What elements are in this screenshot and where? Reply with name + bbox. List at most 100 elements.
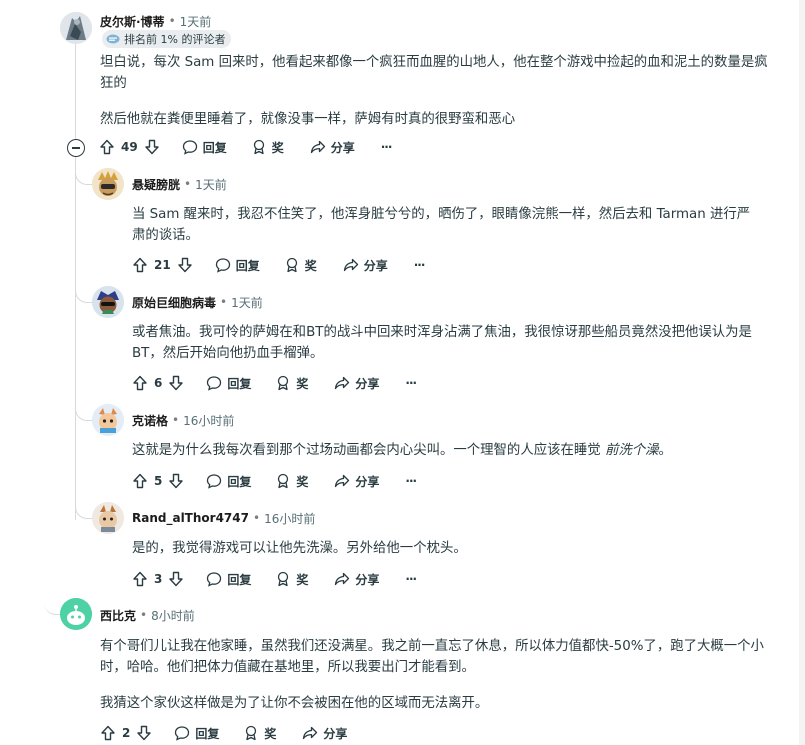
upvote-button[interactable] [99,139,115,155]
user-flair: 排名前 1% 的评论者 [102,30,232,48]
more-options-button[interactable]: ··· [405,376,417,390]
reply-button[interactable]: 回复 [206,571,251,588]
downvote-icon [178,257,192,273]
username[interactable]: Rand_alThor4747 [132,511,249,525]
comment-paragraph: 然后他就在粪便里睡着了，就像没事一样，萨姆有时真的很野蛮和恶心 [100,112,516,127]
award-icon [286,257,297,273]
upvote-button[interactable] [132,257,148,273]
comment-paragraph: 这就是为什么我每次看到那个过场动画都会内心尖叫。一个理智的人应该在睡觉 前洗个澡… [132,440,757,461]
award-button[interactable]: 奖 [275,375,308,392]
comment-actions: 49 回复 奖 分享 ··· [99,136,393,158]
more-options-button[interactable]: ··· [413,258,426,272]
comment-text-suffix: 。 [658,443,672,458]
share-button[interactable]: 分享 [334,473,379,490]
award-label: 奖 [304,258,317,273]
thread-line-main-lower [75,156,76,520]
upvote-button[interactable] [132,473,148,489]
reply-label: 回复 [195,726,220,741]
more-icon: ··· [413,258,426,272]
upvote-button[interactable] [132,571,148,587]
timestamp[interactable]: 8小时前 [151,607,195,624]
reply-button[interactable]: 回复 [182,139,227,156]
avatar[interactable] [60,598,92,630]
share-icon [310,140,325,154]
downvote-icon [169,571,184,587]
comment-meta: 悬疑膀胱 • 1天前 [132,175,227,193]
downvote-button[interactable] [168,571,184,587]
username[interactable]: 悬疑膀胱 [132,176,180,193]
separator-dot: • [172,413,180,427]
comment-meta: 原始巨细胞病毒 • 1天前 [132,293,263,311]
more-options-button[interactable]: ··· [405,572,417,586]
share-label: 分享 [323,726,348,741]
minus-icon [72,147,80,149]
scrollbar[interactable] [799,0,805,745]
downvote-icon [169,473,184,489]
avatar[interactable] [92,168,124,200]
comment-actions: 3 回复 奖 分享 ··· [132,568,417,590]
share-icon [303,726,318,740]
share-button[interactable]: 分享 [334,571,379,588]
reply-button[interactable]: 回复 [174,725,219,742]
username[interactable]: 西比克 [100,607,136,624]
avatar[interactable] [92,404,124,436]
downvote-button[interactable] [168,375,184,391]
separator-dot: • [252,511,261,525]
comment-meta: 西比克 • 8小时前 [100,606,195,624]
share-button[interactable]: 分享 [302,725,347,742]
comment-actions: 5 回复 奖 分享 ··· [132,470,417,492]
downvote-button[interactable] [168,473,184,489]
award-button[interactable]: 奖 [251,139,284,156]
timestamp[interactable]: 1天前 [180,13,212,30]
downvote-button[interactable] [144,139,160,155]
more-options-button[interactable]: ··· [405,474,417,488]
username[interactable]: 原始巨细胞病毒 [132,294,216,311]
more-options-button[interactable]: ··· [380,140,393,154]
downvote-button[interactable] [177,257,193,273]
share-icon [335,376,350,390]
award-button[interactable]: 奖 [275,571,308,588]
award-button[interactable]: 奖 [243,725,276,742]
share-button[interactable]: 分享 [343,257,388,274]
share-button[interactable]: 分享 [310,139,355,156]
username[interactable]: 克诺格 [132,412,168,429]
award-button[interactable]: 奖 [284,257,317,274]
more-icon: ··· [380,140,393,154]
share-label: 分享 [355,376,380,391]
share-label: 分享 [363,258,388,273]
collapse-thread-button[interactable] [67,139,85,157]
reply-label: 回复 [227,376,252,391]
timestamp[interactable]: 16小时前 [264,510,315,527]
reply-button[interactable]: 回复 [215,257,260,274]
timestamp[interactable]: 16小时前 [183,412,234,429]
award-icon [253,139,264,155]
upvote-icon [100,139,114,155]
award-label: 奖 [296,376,309,391]
share-button[interactable]: 分享 [334,375,379,392]
award-icon [278,473,289,489]
upvote-button[interactable] [132,375,148,391]
comment-paragraph: 是的，我觉得游戏可以让他先洗澡。另外给他一个枕头。 [132,541,467,556]
reply-icon [207,572,222,587]
share-label: 分享 [330,140,355,155]
username[interactable]: 皮尔斯·博蒂 [100,13,165,30]
timestamp[interactable]: 1天前 [231,294,263,311]
share-icon [335,572,350,586]
more-icon: ··· [405,474,417,488]
award-label: 奖 [264,726,277,741]
avatar[interactable] [60,12,92,44]
reply-icon [175,726,190,741]
downvote-button[interactable] [136,725,152,741]
avatar[interactable] [92,286,124,318]
reply-label: 回复 [202,140,227,155]
reply-icon [182,140,197,155]
comment-emphasis: 前洗个澡 [604,443,659,458]
award-button[interactable]: 奖 [275,473,308,490]
more-icon: ··· [405,376,417,390]
reply-button[interactable]: 回复 [206,473,251,490]
reply-button[interactable]: 回复 [206,375,251,392]
share-label: 分享 [355,474,380,489]
avatar[interactable] [92,502,124,534]
upvote-button[interactable] [100,725,116,741]
timestamp[interactable]: 1天前 [195,176,227,193]
